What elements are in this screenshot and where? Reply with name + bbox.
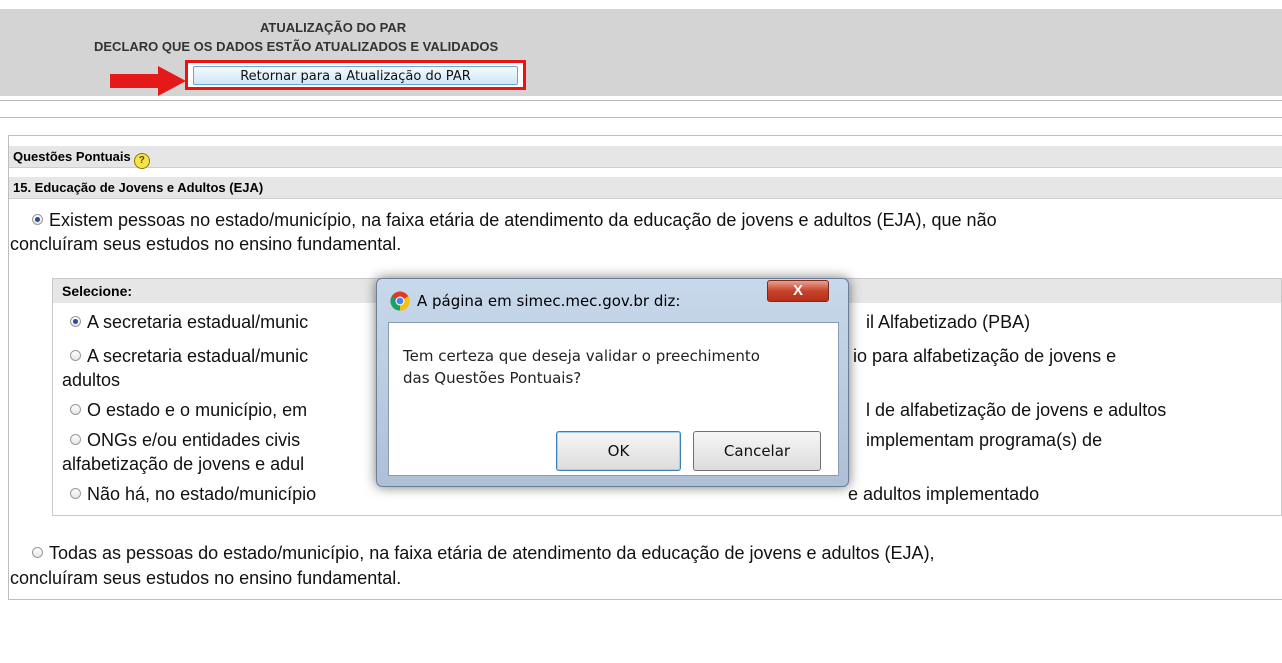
option-a-text: Existem pessoas no estado/município, na … <box>14 208 997 232</box>
return-to-par-button[interactable]: Retornar para a Atualização do PAR <box>193 66 518 85</box>
select-option-3-radio[interactable] <box>70 404 81 415</box>
question-title: 15. Educação de Jovens e Adultos (EJA) <box>13 180 264 195</box>
chrome-icon <box>390 291 410 311</box>
page-title-line2: DECLARO QUE OS DADOS ESTÃO ATUALIZADOS E… <box>94 39 499 54</box>
dialog-body: Tem certeza que deseja validar o preechi… <box>388 322 839 476</box>
dialog-title: A página em simec.mec.gov.br diz: <box>417 292 681 310</box>
option-a-radio[interactable] <box>32 214 43 225</box>
select-option-4-tail: implementam programa(s) de <box>866 430 1103 450</box>
select-option-1-radio[interactable] <box>70 316 81 327</box>
select-option-2-tail: io para alfabetização de jovens e <box>853 346 1117 366</box>
select-option-4: ONGs e/ou entidades civis <box>70 428 300 452</box>
select-option-5-tail: e adultos implementado <box>848 484 1040 504</box>
option-b-text: Todas as pessoas do estado/município, na… <box>14 541 935 565</box>
option-b-radio[interactable] <box>32 547 43 558</box>
select-option-1: A secretaria estadual/munic <box>70 310 308 334</box>
question-title-row: 15. Educação de Jovens e Adultos (EJA) <box>9 177 1282 199</box>
select-option-3: O estado e o município, em <box>70 398 307 422</box>
select-option-2-line2: adultos <box>62 370 121 390</box>
dialog-message-line1: Tem certeza que deseja validar o preechi… <box>403 347 760 365</box>
divider <box>0 117 1282 118</box>
red-arrow-icon <box>110 66 186 96</box>
dialog-message: Tem certeza que deseja validar o preechi… <box>403 345 833 389</box>
dialog-message-line2: das Questões Pontuais? <box>403 369 582 387</box>
divider <box>0 100 1282 101</box>
select-option-3-tail: l de alfabetização de jovens e adultos <box>866 400 1167 420</box>
select-option-5: Não há, no estado/município <box>70 482 316 506</box>
option-a-text-line2: concluíram seus estudos no ensino fundam… <box>10 234 402 254</box>
confirm-dialog: A página em simec.mec.gov.br diz: X Tem … <box>376 278 849 487</box>
close-button[interactable]: X <box>767 280 829 302</box>
help-icon[interactable]: ? <box>133 153 150 169</box>
select-option-2-radio[interactable] <box>70 350 81 361</box>
section-title: Questões Pontuais <box>13 149 131 164</box>
select-option-1-tail: il Alfabetizado (PBA) <box>866 312 1031 332</box>
select-option-4-line2: alfabetização de jovens e adul <box>62 454 305 474</box>
select-option-2: A secretaria estadual/munic <box>70 344 308 368</box>
ok-button[interactable]: OK <box>556 431 681 471</box>
select-option-5-radio[interactable] <box>70 488 81 499</box>
cancel-button[interactable]: Cancelar <box>693 431 821 471</box>
select-option-4-radio[interactable] <box>70 434 81 445</box>
page-title-line1: ATUALIZAÇÃO DO PAR <box>260 20 407 35</box>
return-button-highlight: Retornar para a Atualização do PAR <box>185 60 526 90</box>
section-title-row: Questões Pontuais? <box>9 146 1282 169</box>
option-b-text-line2: concluíram seus estudos no ensino fundam… <box>10 568 402 588</box>
